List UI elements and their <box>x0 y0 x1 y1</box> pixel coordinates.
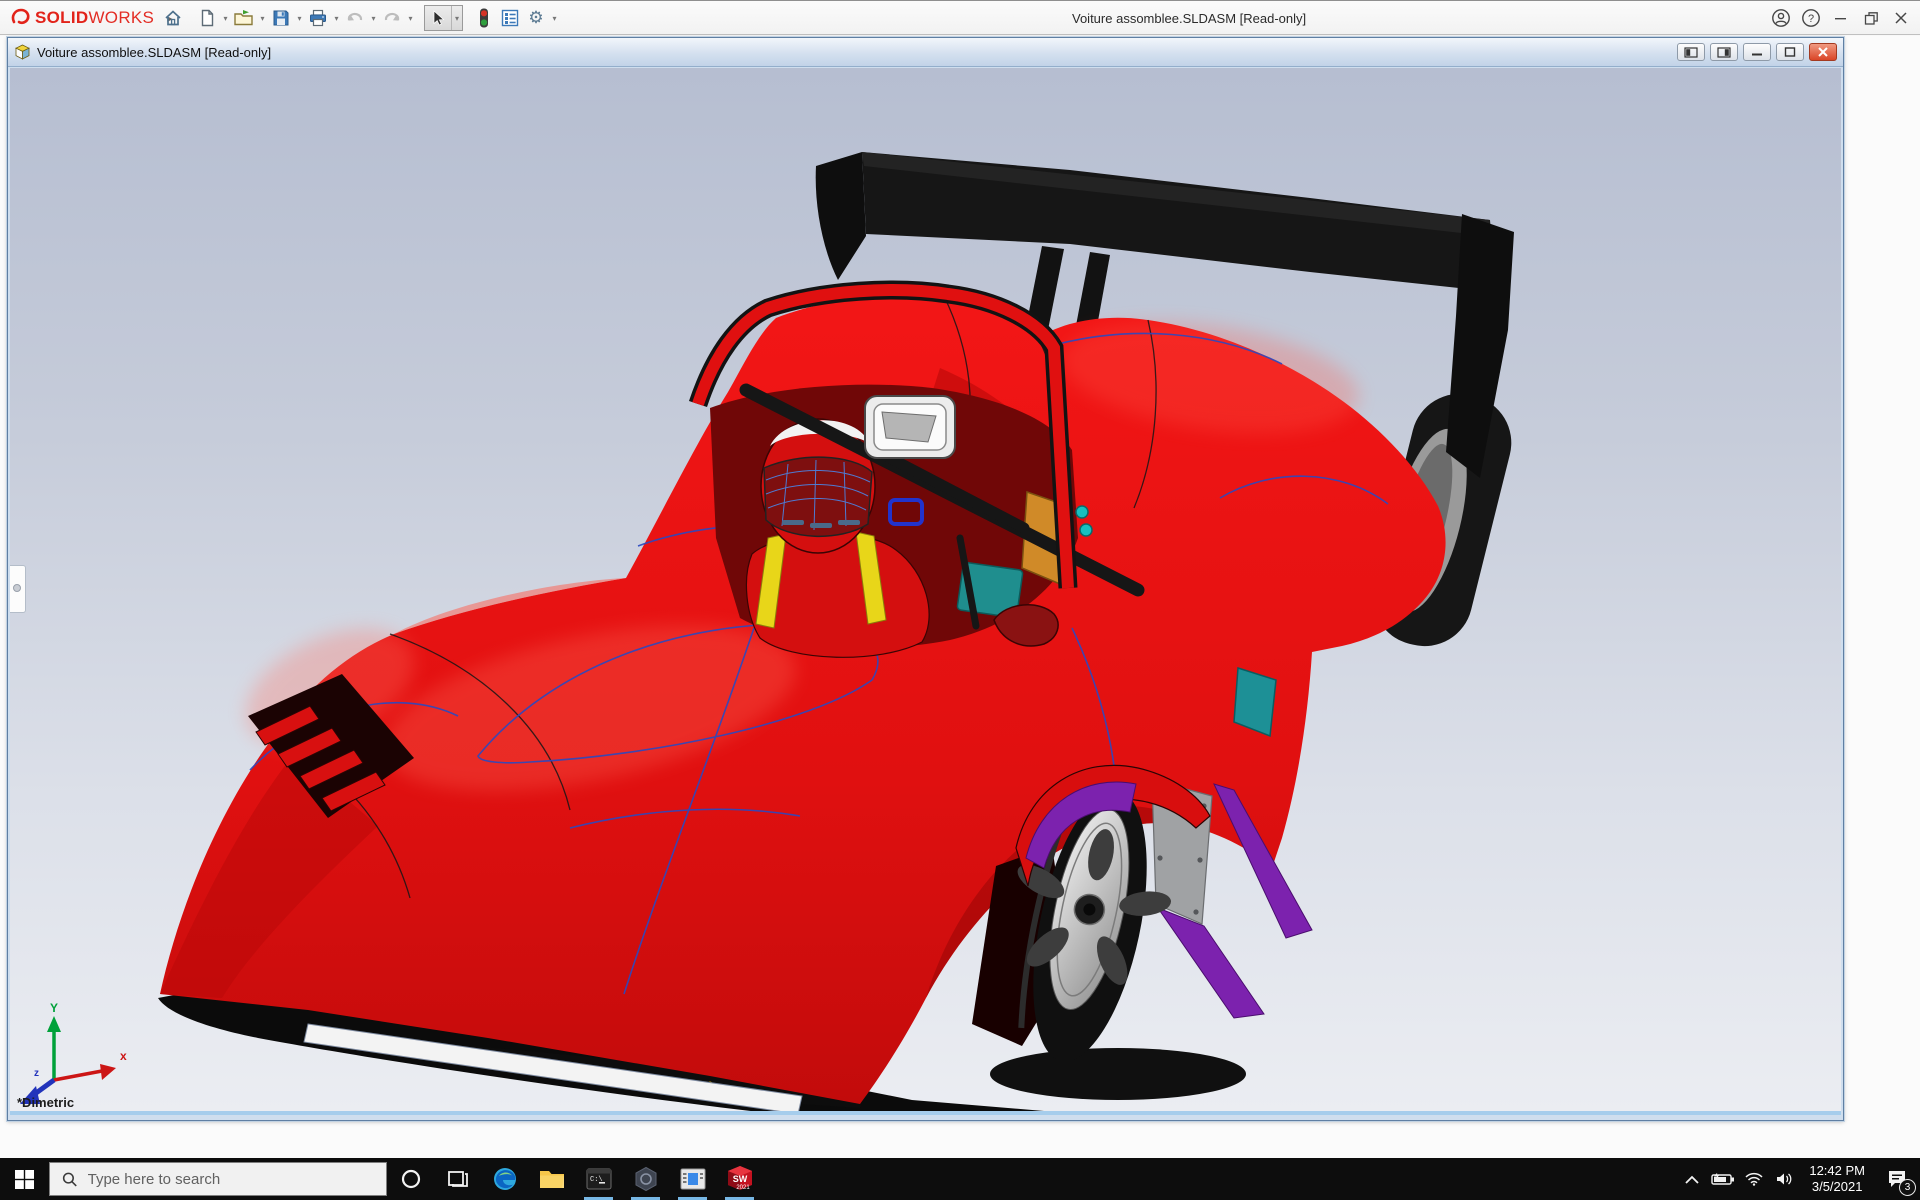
open-dropdown[interactable]: ▾ <box>257 14 268 23</box>
solidworks-logo: SOLIDWORKS ▸ <box>10 7 173 29</box>
save-button[interactable] <box>268 5 294 31</box>
doc-pane-left-button[interactable] <box>1677 43 1705 61</box>
volume-icon[interactable] <box>1769 1158 1800 1200</box>
restore-button[interactable] <box>1856 5 1886 31</box>
svg-text:?: ? <box>1808 13 1814 25</box>
search-icon <box>62 1172 77 1186</box>
task-pane-list-button[interactable] <box>497 5 523 31</box>
command-prompt-taskbar-icon[interactable]: C:\ <box>575 1158 622 1200</box>
tray-chevron-up-icon[interactable] <box>1676 1158 1707 1200</box>
brand-text-works: WORKS <box>88 8 155 27</box>
car-assembly-model[interactable]: Y x z <box>10 68 1841 1115</box>
select-tool-button[interactable] <box>425 5 451 31</box>
redo-button[interactable] <box>379 5 405 31</box>
doc-pane-right-button[interactable] <box>1710 43 1738 61</box>
cyan-knob <box>1079 523 1093 537</box>
driver-helmet <box>760 418 876 554</box>
print-dropdown[interactable]: ▾ <box>331 14 342 23</box>
doc-close-button[interactable] <box>1809 43 1837 61</box>
new-document-button[interactable] <box>194 5 220 31</box>
sw-icon-year: 2021 <box>736 1185 750 1191</box>
taskbar-search[interactable] <box>49 1162 387 1196</box>
new-document-dropdown[interactable]: ▾ <box>220 14 231 23</box>
save-dropdown[interactable]: ▾ <box>294 14 305 23</box>
edge-taskbar-icon[interactable] <box>481 1158 528 1200</box>
brand-text: SOLIDWORKS <box>35 8 154 28</box>
task-view-button[interactable] <box>434 1158 481 1200</box>
triad-z-label: z <box>34 1068 39 1079</box>
cortana-button[interactable] <box>387 1158 434 1200</box>
app-window-controls: ? <box>1766 5 1916 31</box>
collapse-tab-dot <box>13 584 21 592</box>
quick-access-toolbar: ▾ ▾ ▾ ▾ ▾ ▾ ▾ ⚙ ▾ <box>160 3 560 33</box>
screen: SOLIDWORKS ▸ ▾ ▾ ▾ ▾ ▾ ▾ ▾ ⚙ ▾ Voiture a… <box>0 0 1920 1200</box>
windows-logo-icon <box>15 1169 34 1189</box>
doc-minimize-button[interactable] <box>1743 43 1771 61</box>
triad-y-label: Y <box>50 1001 58 1015</box>
mdi-area: Voiture assomblee.SLDASM [Read-only] Y x… <box>0 36 1920 1158</box>
solidworks-taskbar-icon[interactable]: SW 2021 <box>716 1158 763 1200</box>
settings-gear-button[interactable]: ⚙ <box>523 5 549 31</box>
document-titlebar[interactable]: Voiture assomblee.SLDASM [Read-only] <box>8 38 1843 67</box>
redo-dropdown[interactable]: ▾ <box>405 14 416 23</box>
app-title: Voiture assomblee.SLDASM [Read-only] <box>1072 11 1307 26</box>
undo-button[interactable] <box>342 5 368 31</box>
notification-badge: 3 <box>1899 1179 1916 1196</box>
account-button[interactable] <box>1766 5 1796 31</box>
brand-text-solid: SOLID <box>35 8 89 27</box>
open-button[interactable] <box>231 5 257 31</box>
clock-time: 12:42 PM <box>1809 1163 1865 1178</box>
battery-icon[interactable] <box>1707 1158 1738 1200</box>
dassault-logo-icon <box>11 8 30 25</box>
undo-dropdown[interactable]: ▾ <box>368 14 379 23</box>
help-button[interactable]: ? <box>1796 5 1826 31</box>
select-tool-group: ▾ <box>424 5 463 31</box>
assembly-file-icon <box>15 44 30 60</box>
cyan-knob <box>1075 505 1089 519</box>
document-window-controls <box>1677 43 1837 61</box>
file-explorer-taskbar-icon[interactable] <box>528 1158 575 1200</box>
select-tool-dropdown[interactable]: ▾ <box>451 6 462 30</box>
app-title-bar: SOLIDWORKS ▸ ▾ ▾ ▾ ▾ ▾ ▾ ▾ ⚙ ▾ Voiture a… <box>0 0 1920 35</box>
search-input[interactable] <box>87 1170 374 1188</box>
taskbar: C:\ SW 2021 <box>0 1158 1920 1200</box>
document-window: Voiture assomblee.SLDASM [Read-only] Y x… <box>7 37 1844 1121</box>
clock-date: 3/5/2021 <box>1811 1179 1863 1194</box>
sw-icon-text: SW <box>732 1174 747 1184</box>
home-button[interactable] <box>160 5 186 31</box>
feature-panel-collapse-tab[interactable] <box>10 565 26 613</box>
gear-icon: ⚙ <box>528 8 544 27</box>
graphics-viewport[interactable]: Y x z *Dimetric <box>10 68 1841 1115</box>
view-orientation-label: *Dimetric <box>17 1095 75 1110</box>
settings-dropdown[interactable]: ▾ <box>549 14 560 23</box>
action-center-button[interactable]: 3 <box>1874 1158 1920 1200</box>
system-tray: 12:42 PM 3/5/2021 3 <box>1676 1158 1920 1200</box>
performance-lights-icon[interactable] <box>471 5 497 31</box>
air-intake-box <box>864 395 956 459</box>
doc-restore-button[interactable] <box>1776 43 1804 61</box>
start-button[interactable] <box>0 1158 49 1200</box>
minimize-button[interactable] <box>1826 5 1856 31</box>
close-app-button[interactable] <box>1886 5 1916 31</box>
hexagon-app-taskbar-icon[interactable] <box>622 1158 669 1200</box>
print-button[interactable] <box>305 5 331 31</box>
document-title: Voiture assomblee.SLDASM [Read-only] <box>37 44 272 60</box>
orientation-triad: Y x z <box>20 1001 127 1104</box>
triad-x-label: x <box>120 1049 127 1063</box>
display-app-taskbar-icon[interactable] <box>669 1158 716 1200</box>
taskbar-clock[interactable]: 12:42 PM 3/5/2021 <box>1800 1163 1874 1195</box>
wifi-icon[interactable] <box>1738 1158 1769 1200</box>
